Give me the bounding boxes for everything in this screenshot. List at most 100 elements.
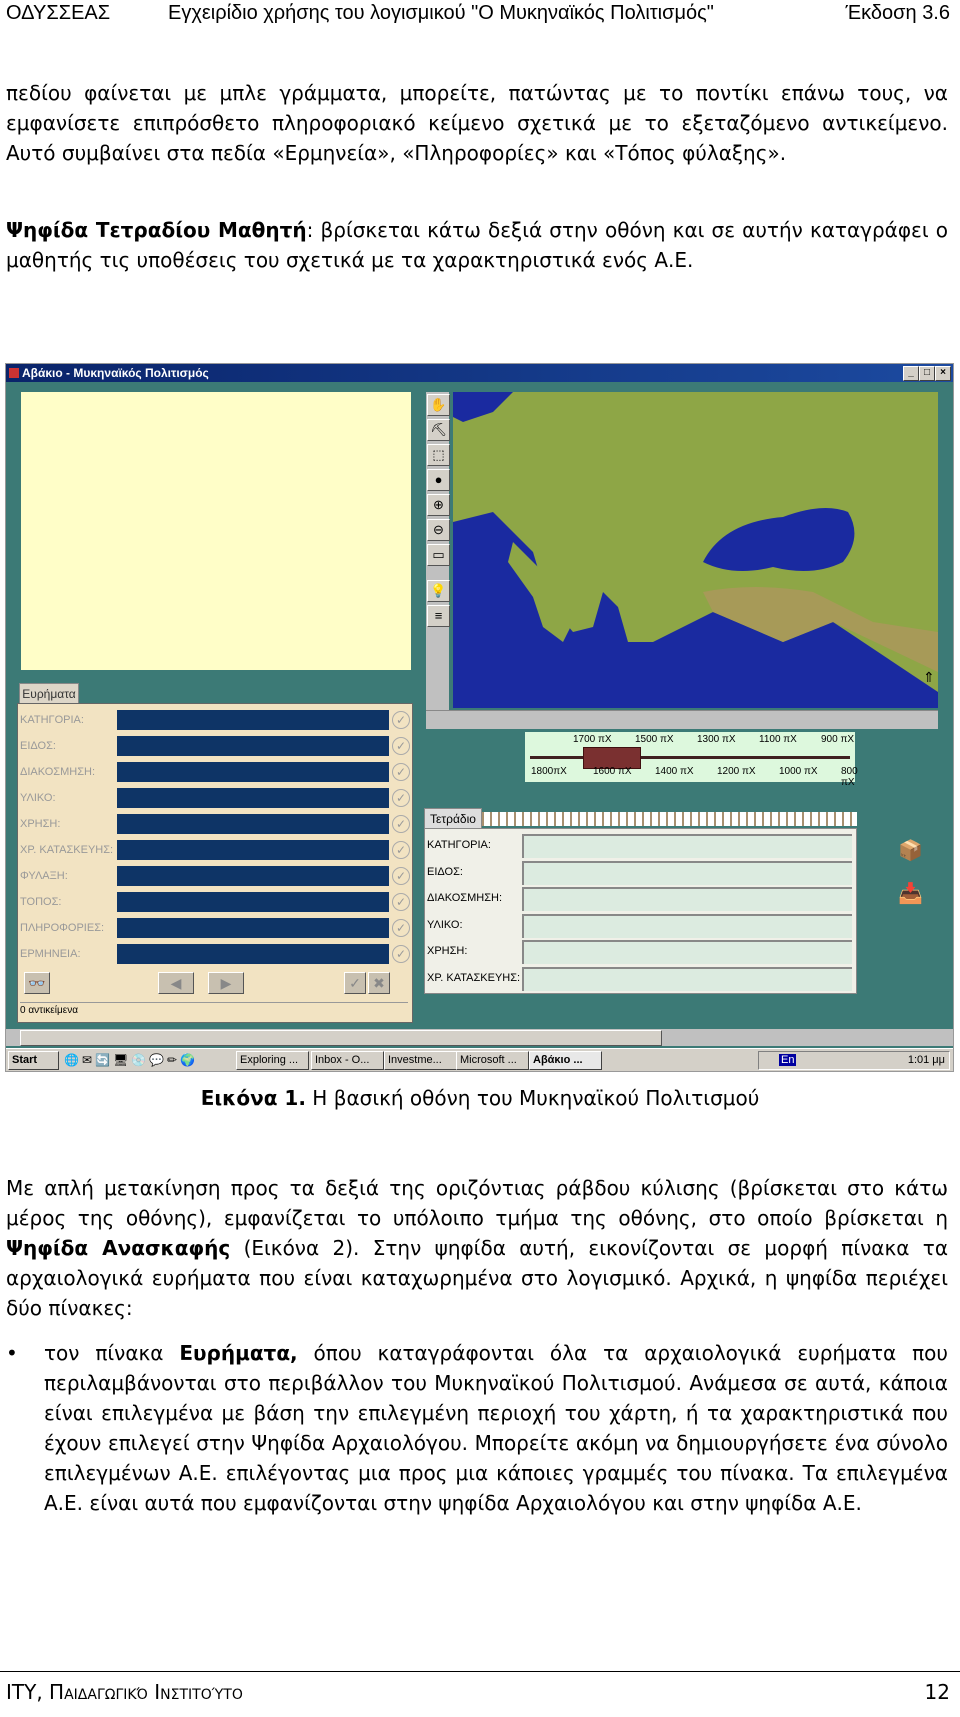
field-value[interactable]	[117, 892, 389, 912]
scrollbar-thumb[interactable]	[20, 1030, 662, 1046]
field-label: ΤΟΠΟΣ:	[20, 896, 62, 908]
caption-text: Η βασική οθόνη του Μυκηναϊκού Πολιτισμού	[305, 1086, 760, 1110]
timeline-label-bottom: 1200 πΧ	[717, 766, 756, 777]
lightbulb-icon[interactable]: 💡	[427, 580, 450, 602]
findings-row[interactable]: ΕΙΔΟΣ: ✓	[20, 736, 410, 758]
taskbar-task[interactable]: Inbox - O...	[311, 1051, 384, 1070]
checkmark-icon[interactable]: ✓	[392, 893, 410, 911]
text: τον πίνακα	[44, 1341, 180, 1365]
checkmark-icon[interactable]: ✓	[392, 919, 410, 937]
figure-caption: Εικόνα 1. Η βασική οθόνη του Μυκηναϊκού …	[0, 1086, 960, 1110]
select-rect-icon[interactable]: ⬚	[427, 444, 450, 466]
store-box-icon[interactable]: 📥	[898, 882, 923, 906]
checkmark-icon[interactable]: ✓	[392, 841, 410, 859]
previous-button[interactable]: ◀	[158, 972, 194, 994]
map-view[interactable]: ⇑	[453, 392, 938, 708]
glasses-button[interactable]: 👓	[24, 972, 50, 994]
checkmark-icon[interactable]: ✓	[392, 815, 410, 833]
open-box-icon[interactable]: 📦	[898, 839, 923, 863]
checkmark-icon[interactable]: ✓	[392, 711, 410, 729]
notebook-row: ΚΑΤΗΓΟΡΙΑ:	[427, 833, 852, 859]
pickaxe-icon[interactable]: ⛏	[427, 419, 450, 441]
timeline-label-bottom: 1600 πΧ	[593, 766, 632, 777]
field-label: ΧΡΗΣΗ:	[20, 818, 61, 830]
timeline-label-bottom: 1800πΧ	[531, 766, 567, 777]
taskbar-task[interactable]: Exploring ...	[236, 1051, 309, 1070]
map-scrollbar[interactable]	[426, 710, 938, 729]
field-value[interactable]	[117, 918, 389, 938]
field-value[interactable]	[117, 866, 389, 886]
taskbar-task[interactable]: Microsoft ...	[456, 1051, 529, 1070]
notebook-input[interactable]	[522, 860, 852, 885]
field-value[interactable]	[117, 762, 389, 782]
page-header: ΟΔΥΣΣΕΑΣ Εγχειρίδιο χρήσης του λογισμικο…	[0, 0, 960, 28]
field-label: ΥΛΙΚΟ:	[20, 792, 56, 804]
point-icon[interactable]: ●	[427, 469, 450, 491]
field-value[interactable]	[117, 840, 389, 860]
field-label: ΔΙΑΚΟΣΜΗΣΗ:	[427, 892, 503, 904]
notebook-input[interactable]	[522, 887, 852, 911]
findings-row[interactable]: ΤΟΠΟΣ: ✓	[20, 892, 410, 914]
checkmark-icon[interactable]: ✓	[392, 867, 410, 885]
maximize-button[interactable]: □	[919, 366, 935, 381]
findings-row[interactable]: ΦΥΛΑΞΗ: ✓	[20, 866, 410, 888]
minimize-button[interactable]: _	[903, 366, 919, 381]
field-label: ΕΡΜΗΝΕΙΑ:	[20, 948, 81, 960]
field-value[interactable]	[117, 736, 389, 756]
field-label: ΔΙΑΚΟΣΜΗΣΗ:	[20, 766, 96, 778]
taskbar-task[interactable]: Αβάκιο ...	[529, 1051, 602, 1070]
map-toolbar: ✋ ⛏ ⬚ ● ⊕ ⊖ ▭ 💡 ≡	[426, 392, 450, 712]
start-button[interactable]: Start	[8, 1051, 59, 1070]
header-version: Έκδοση 3.6	[845, 2, 950, 24]
field-label: ΠΛΗΡΟΦΟΡΙΕΣ:	[20, 922, 105, 934]
taskbar-task[interactable]: Investme...	[384, 1051, 457, 1070]
checkmark-icon[interactable]: ✓	[392, 763, 410, 781]
legend-icon[interactable]: ≡	[427, 605, 450, 627]
next-button[interactable]: ▶	[208, 972, 244, 994]
language-indicator[interactable]: En	[779, 1054, 797, 1066]
zoom-in-icon[interactable]: ⊕	[427, 494, 450, 516]
notebook-paragraph: Ψηφίδα Τετραδίου Μαθητή: βρίσκεται κάτω …	[6, 215, 948, 275]
findings-row[interactable]: ΚΑΤΗΓΟΡΙΑ: ✓	[20, 710, 410, 732]
app-window: Αβάκιο - Μυκηναϊκός Πολιτισμός _ □ × ✋ ⛏ ⬚…	[5, 363, 954, 1072]
findings-row[interactable]: ΧΡ. ΚΑΤΑΣΚΕΥΗΣ: ✓	[20, 840, 410, 862]
ruler-icon[interactable]: ▭	[427, 544, 450, 566]
notebook-input[interactable]	[522, 940, 852, 964]
timeline-label-top: 1700 πΧ	[573, 734, 612, 745]
hand-icon[interactable]: ✋	[427, 394, 450, 416]
notebook-input[interactable]	[522, 834, 852, 858]
window-title: Αβάκιο - Μυκηναϊκός Πολιτισμός	[22, 366, 209, 380]
field-label: ΧΡΗΣΗ:	[427, 945, 468, 957]
clock: 1:01 μμ	[907, 1054, 945, 1066]
findings-row[interactable]: ΥΛΙΚΟ: ✓	[20, 788, 410, 810]
field-value[interactable]	[117, 944, 389, 964]
zoom-out-icon[interactable]: ⊖	[427, 519, 450, 541]
findings-row[interactable]: ΠΛΗΡΟΦΟΡΙΕΣ: ✓	[20, 918, 410, 940]
north-arrow-icon: ⇑	[923, 669, 935, 685]
checkmark-icon[interactable]: ✓	[392, 737, 410, 755]
field-value[interactable]	[117, 788, 389, 808]
tab-notebook[interactable]: Τετράδιο	[424, 808, 482, 830]
field-value[interactable]	[117, 710, 389, 730]
quick-launch-icons[interactable]: 🌐✉🔄🖥💿💬✏🌍	[64, 1053, 198, 1067]
reject-button[interactable]: ✖	[368, 972, 390, 994]
text: όπου καταγράφονται όλα τα αρχαιολογικά ε…	[44, 1341, 948, 1515]
checkmark-icon[interactable]: ✓	[392, 945, 410, 963]
findings-row[interactable]: ΔΙΑΚΟΣΜΗΣΗ: ✓	[20, 762, 410, 784]
close-button[interactable]: ×	[935, 366, 951, 381]
notebook-input[interactable]	[522, 913, 852, 938]
bold-term: Ψηφίδα Τετραδίου Μαθητή	[6, 218, 307, 242]
timeline-slider[interactable]: 1700 πΧ 1500 πΧ 1300 πΧ 1100 πΧ 900 πΧ 1800πΧ…	[525, 732, 858, 788]
field-label: ΕΙΔΟΣ:	[427, 865, 463, 878]
horizontal-scrollbar[interactable]	[6, 1029, 953, 1046]
tab-findings[interactable]: Ευρήματα	[19, 683, 79, 705]
findings-row[interactable]: ΧΡΗΣΗ: ✓	[20, 814, 410, 836]
accept-button[interactable]: ✓	[344, 972, 366, 994]
timeline-axis	[530, 756, 850, 759]
notebook-spiral	[482, 812, 857, 826]
notebook-input[interactable]	[522, 966, 852, 991]
field-label: ΧΡ. ΚΑΤΑΣΚΕΥΗΣ:	[20, 844, 114, 856]
field-value[interactable]	[117, 814, 389, 834]
findings-row[interactable]: ΕΡΜΗΝΕΙΑ: ✓	[20, 944, 410, 966]
checkmark-icon[interactable]: ✓	[392, 789, 410, 807]
